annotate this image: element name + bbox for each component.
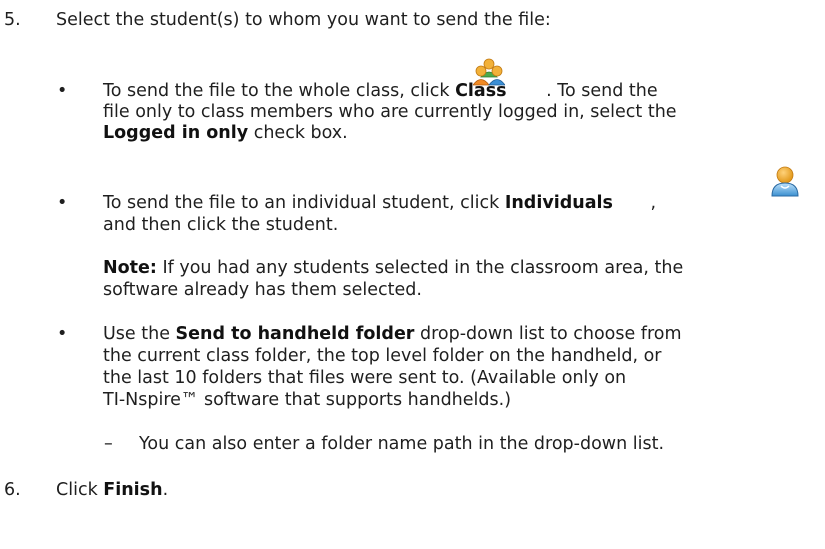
paragraph-line: To send the file to an individual studen… bbox=[103, 193, 657, 213]
paragraph-line: TI-Nspire™ software that supports handhe… bbox=[103, 390, 512, 410]
finish-label: Finish bbox=[103, 480, 163, 500]
send-to-handheld-folder-label: Send to handheld folder bbox=[175, 324, 415, 344]
step-text: Select the student(s) to whom you want t… bbox=[56, 10, 551, 30]
paragraph-line: and then click the student. bbox=[103, 215, 339, 235]
individual-student-icon bbox=[771, 166, 799, 197]
dash: – bbox=[104, 434, 113, 454]
step-number: 5. bbox=[4, 10, 21, 30]
paragraph-line: You can also enter a folder name path in… bbox=[139, 434, 665, 454]
logged-in-only-label: Logged in only bbox=[103, 123, 249, 143]
bullet: • bbox=[57, 193, 68, 213]
paragraph-line: Use the Send to handheld folder drop-dow… bbox=[103, 324, 682, 344]
paragraph-line: the last 10 folders that files were sent… bbox=[103, 368, 627, 388]
paragraph-line: the current class folder, the top level … bbox=[103, 346, 662, 366]
step-number: 6. bbox=[4, 480, 21, 500]
note-label: Note: bbox=[103, 258, 157, 278]
note-line: Note: If you had any students selected i… bbox=[103, 258, 684, 278]
class-group-icon bbox=[473, 58, 505, 86]
bullet: • bbox=[57, 81, 68, 101]
individuals-label: Individuals bbox=[504, 193, 613, 213]
note-line: software already has them selected. bbox=[103, 280, 422, 300]
paragraph-line: Logged in only check box. bbox=[103, 123, 348, 143]
step-text: Click Finish. bbox=[56, 480, 169, 500]
bullet: • bbox=[57, 324, 68, 344]
